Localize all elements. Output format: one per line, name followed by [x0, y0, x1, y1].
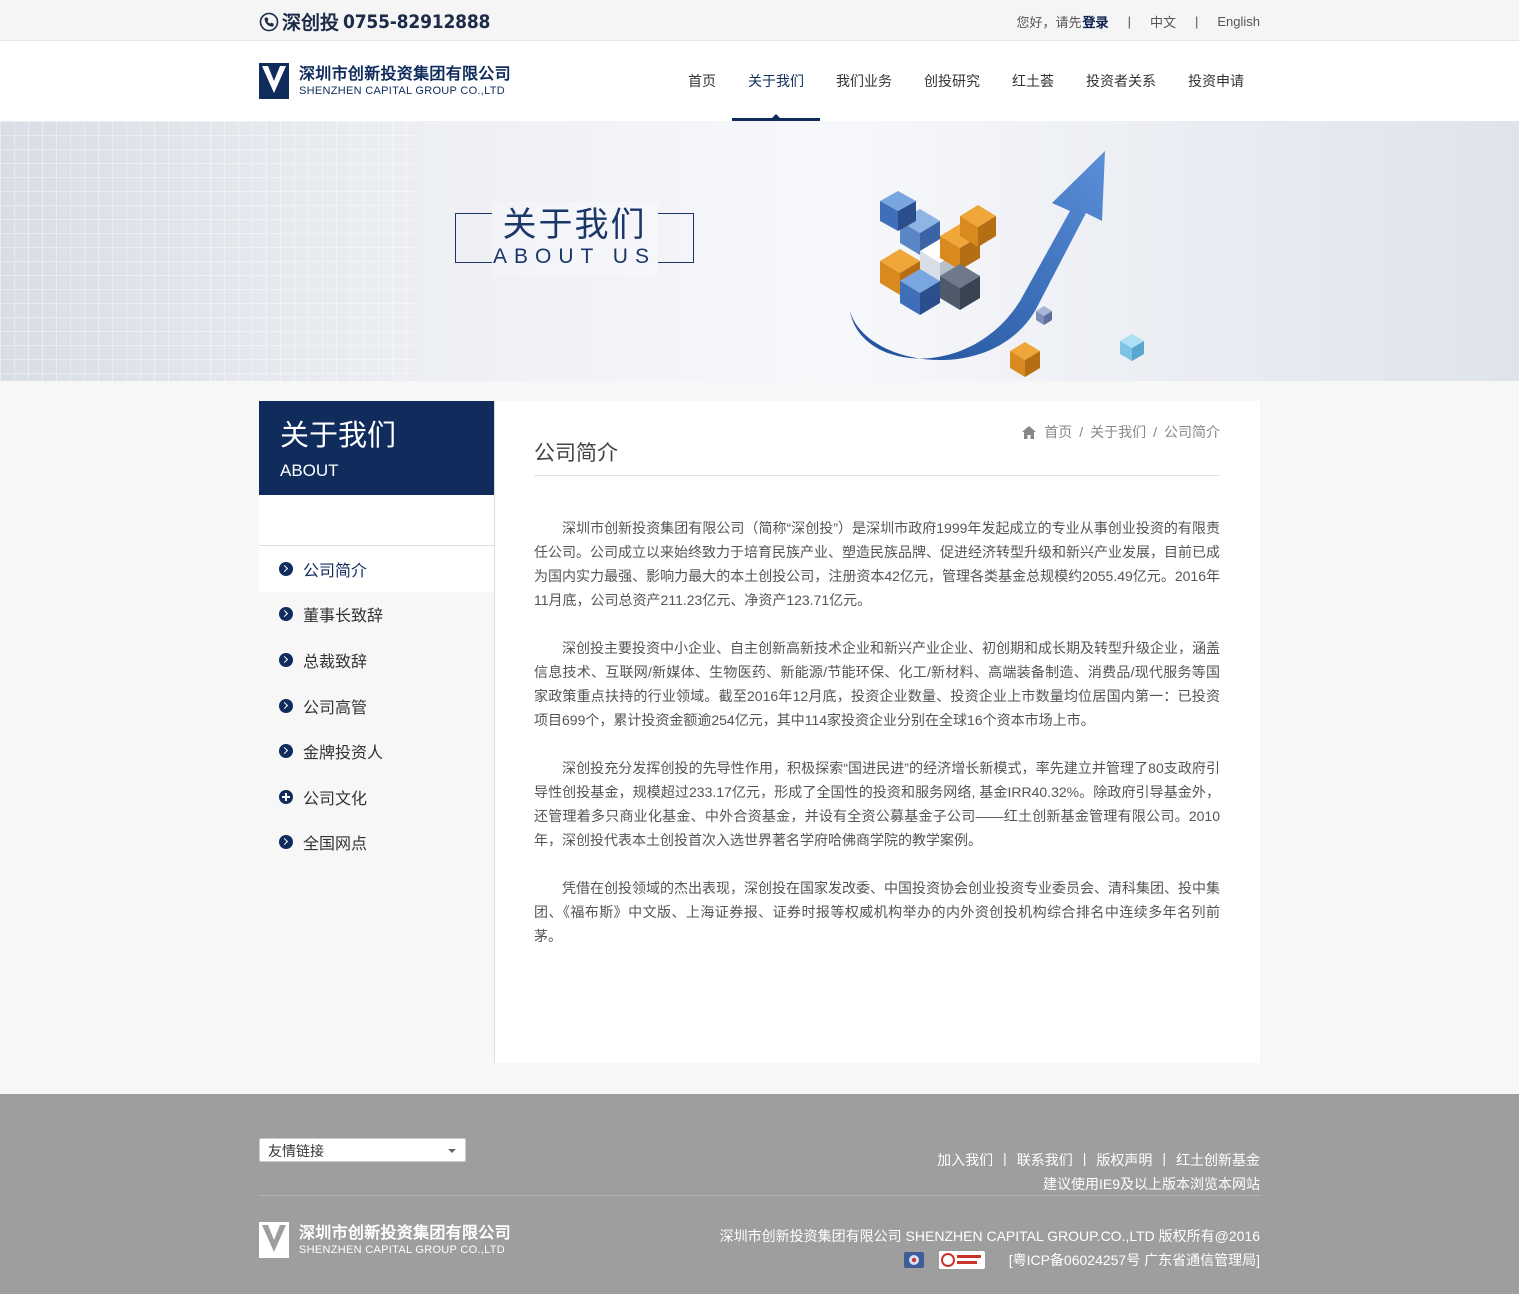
- banner-title-en: ABOUT US: [493, 245, 656, 268]
- sidebar-item-label: 董事长致辞: [303, 608, 384, 626]
- article-paragraph: 深圳市创新投资集团有限公司（简称“深创投”）是深圳市政府1999年发起成立的专业…: [534, 520, 1220, 608]
- friend-links-label: 友情链接: [268, 1143, 324, 1159]
- chevron-circle-icon: [279, 561, 293, 576]
- sidebar-item-star-investors[interactable]: 金牌投资人: [259, 728, 494, 774]
- sidebar-spacer: [259, 495, 494, 546]
- copyright-text: 深圳市创新投资集团有限公司 SHENZHEN CAPITAL GROUP.CO.…: [719, 1228, 1260, 1244]
- nav-investor-relations[interactable]: 投资者关系: [1070, 41, 1172, 121]
- police-badge-icon[interactable]: [903, 1250, 925, 1270]
- footer: 友情链接 加入我们 | 联系我们 | 版权声明 | 红土创新基金 建议使用IE9…: [0, 1094, 1519, 1294]
- divider: |: [1082, 1150, 1087, 1166]
- logo-name-en: SHENZHEN CAPITAL GROUP CO.,LTD: [299, 84, 506, 97]
- greeting-text: 您好，请先: [1016, 15, 1082, 30]
- banner-grid-pattern: [0, 121, 420, 381]
- sidebar-title-cn: 关于我们: [280, 420, 397, 452]
- footer-logo-name-cn: 深圳市创新投资集团有限公司: [299, 1224, 511, 1242]
- sidebar-item-branches[interactable]: 全国网点: [259, 820, 494, 866]
- banner-title-cn: 关于我们: [502, 206, 647, 244]
- sidebar-item-executives[interactable]: 公司高管: [259, 683, 494, 729]
- nav-about[interactable]: 关于我们: [732, 41, 820, 121]
- friend-links-select[interactable]: 友情链接: [259, 1138, 466, 1162]
- chevron-circle-icon: [279, 652, 293, 667]
- phone-icon: [259, 12, 279, 31]
- nav-research[interactable]: 创投研究: [908, 41, 996, 121]
- chevron-circle-icon: [279, 835, 293, 850]
- sidebar-item-company-profile[interactable]: 公司简介: [259, 546, 494, 592]
- hotline-number: 0755-82912888: [343, 10, 491, 33]
- sidebar-header: 关于我们 ABOUT: [259, 401, 494, 495]
- divider: |: [1127, 14, 1131, 29]
- sidebar-item-label: 金牌投资人: [303, 745, 384, 763]
- top-links: 您好，请先 登录 | 中文 | English: [1017, 12, 1260, 31]
- logo-name-cn: 深圳市创新投资集团有限公司: [299, 65, 511, 83]
- divider: |: [1162, 1150, 1166, 1166]
- footer-link-join[interactable]: 加入我们: [937, 1150, 993, 1170]
- footer-link-hongtu-fund[interactable]: 红土创新基金: [1176, 1150, 1260, 1170]
- plus-circle-icon: [279, 789, 293, 804]
- sidebar-item-label: 公司高管: [303, 699, 368, 717]
- footer-divider: [259, 1195, 1260, 1196]
- sidebar-title-en: ABOUT: [280, 461, 339, 480]
- sidebar-item-label: 总裁致辞: [303, 653, 368, 671]
- hero-banner: 关于我们 ABOUT US: [0, 121, 1519, 381]
- sidebar-menu: 公司简介 董事长致辞 总裁致辞 公司高管 金牌投资人 公司文化 全国网点: [259, 546, 494, 865]
- article-paragraph: 深创投充分发挥创投的先导性作用，积极探索“国进民进”的经济增长新模式，率先建立并…: [534, 760, 1220, 848]
- divider: |: [1003, 1150, 1007, 1166]
- sidebar-item-culture[interactable]: 公司文化: [259, 774, 494, 820]
- footer-logo: 深圳市创新投资集团有限公司 SHENZHEN CAPITAL GROUP CO.…: [259, 1222, 511, 1258]
- header: 深圳市创新投资集团有限公司 SHENZHEN CAPITAL GROUP CO.…: [0, 41, 1519, 121]
- sidebar-item-label: 公司简介: [303, 562, 368, 580]
- browser-tip: 建议使用IE9及以上版本浏览本网站: [1042, 1176, 1260, 1192]
- article-paragraph: 凭借在创投领域的杰出表现，深创投在国家发改委、中国投资协会创业投资专业委员会、清…: [534, 880, 1220, 944]
- top-bar: 深创投 0755-82912888 您好，请先 登录 | 中文 | Englis…: [0, 0, 1519, 41]
- site-logo[interactable]: 深圳市创新投资集团有限公司 SHENZHEN CAPITAL GROUP CO.…: [259, 63, 511, 99]
- chevron-circle-icon: [279, 744, 293, 759]
- chevron-circle-icon: [279, 698, 293, 713]
- chevron-circle-icon: [279, 607, 293, 622]
- footer-logo-name-en: SHENZHEN CAPITAL GROUP CO.,LTD: [299, 1243, 506, 1256]
- chevron-down-icon: [448, 1149, 456, 1157]
- sidebar: 关于我们 ABOUT 公司简介 董事长致辞 总裁致辞 公司高管 金牌投资人 公司…: [259, 401, 495, 1063]
- nav-business[interactable]: 我们业务: [820, 41, 908, 121]
- growth-arrow-cube-illustration: [850, 151, 1144, 377]
- logo-mark-icon: [259, 63, 289, 99]
- nav-hongtu[interactable]: 红土荟: [996, 41, 1070, 121]
- page-title: 公司简介: [534, 437, 1220, 476]
- icp-row: [粤ICP备06024257号 广东省通信管理局]: [903, 1250, 1260, 1270]
- lang-en-link[interactable]: English: [1217, 14, 1260, 29]
- lang-cn-link[interactable]: 中文: [1150, 12, 1176, 31]
- article-paragraph: 深创投主要投资中小企业、自主创新高新技术企业和新兴产业企业、初创期和成长期及转型…: [534, 640, 1220, 728]
- login-link[interactable]: 登录: [1083, 12, 1109, 31]
- divider: |: [1194, 14, 1199, 29]
- main-content: 首页 / 关于我们 / 公司简介 公司简介 深圳市创新投资集团有限公司（简称“深…: [495, 401, 1260, 1063]
- trusted-site-badge-icon[interactable]: [938, 1250, 985, 1270]
- hotline-label: 深创投: [282, 13, 340, 34]
- logo-mark-icon: [259, 1222, 289, 1258]
- nav-home[interactable]: 首页: [672, 41, 732, 121]
- sidebar-item-label: 公司文化: [303, 790, 368, 808]
- footer-links: 加入我们 | 联系我们 | 版权声明 | 红土创新基金: [937, 1150, 1260, 1170]
- main-nav: 首页 关于我们 我们业务 创投研究 红土荟 投资者关系 投资申请: [672, 41, 1260, 121]
- icp-text: [粤ICP备06024257号 广东省通信管理局]: [1008, 1252, 1260, 1268]
- footer-link-copyright[interactable]: 版权声明: [1096, 1150, 1152, 1170]
- hotline: 深创投 0755-82912888: [259, 8, 490, 35]
- footer-link-contact[interactable]: 联系我们: [1017, 1150, 1073, 1170]
- sidebar-item-president-message[interactable]: 总裁致辞: [259, 637, 494, 683]
- nav-apply[interactable]: 投资申请: [1172, 41, 1260, 121]
- sidebar-item-chairman-message[interactable]: 董事长致辞: [259, 592, 494, 638]
- sidebar-item-label: 全国网点: [303, 836, 368, 854]
- article-body: 深圳市创新投资集团有限公司（简称“深创投”）是深圳市政府1999年发起成立的专业…: [534, 516, 1220, 972]
